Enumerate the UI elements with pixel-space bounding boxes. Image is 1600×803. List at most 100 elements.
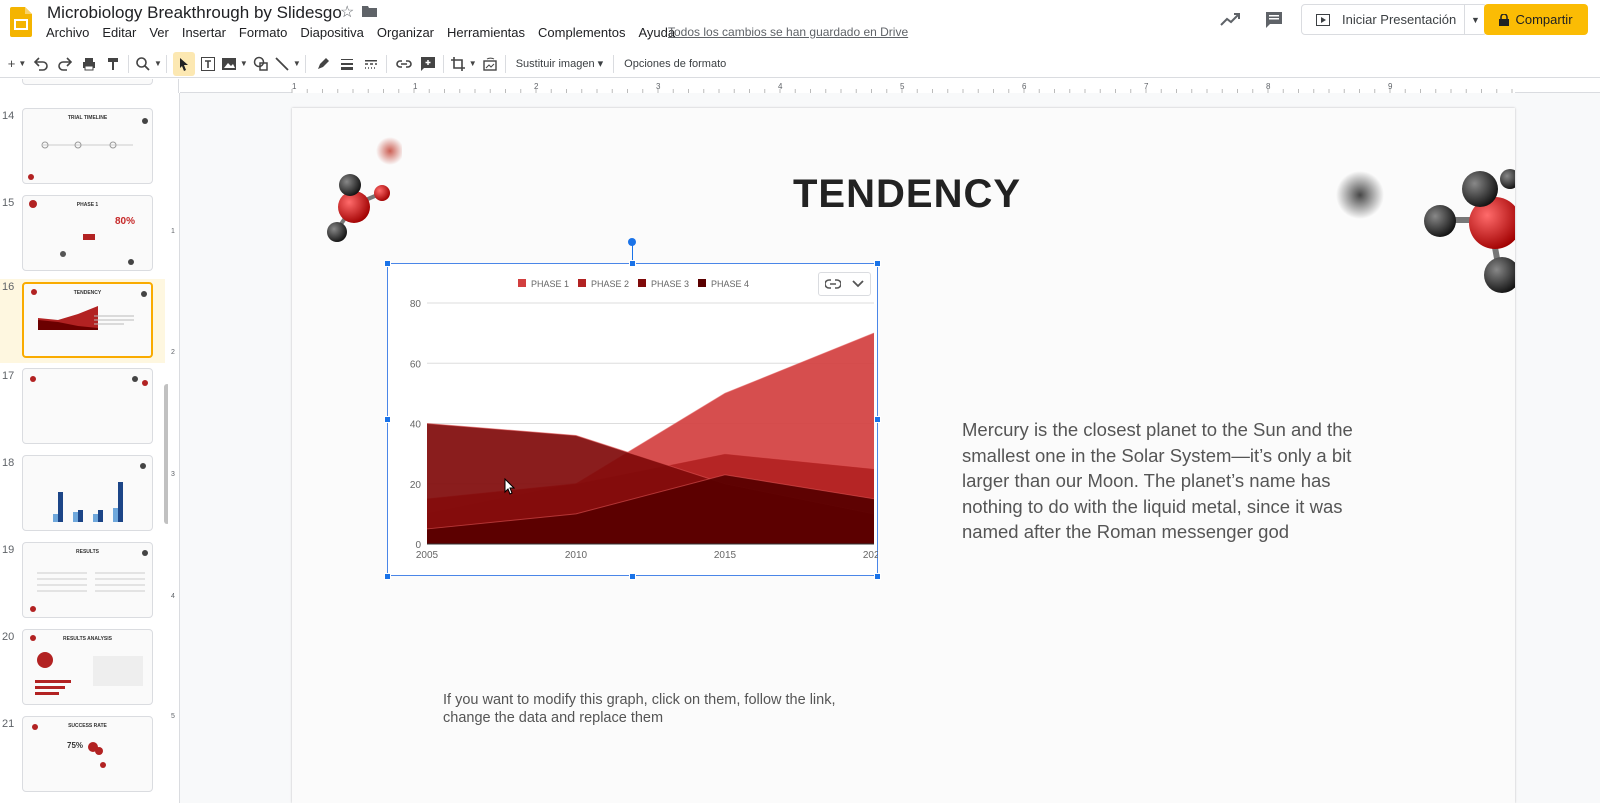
replace-image-button[interactable]: Sustituir imagen ▾	[510, 57, 609, 70]
menu-format[interactable]: Formato	[239, 25, 287, 40]
ruler-ticks	[291, 79, 1515, 93]
slide-thumbnail-19[interactable]: 19 RESULTS	[0, 542, 165, 626]
slide-thumbnail-18[interactable]: 18	[0, 455, 165, 539]
ruler-label: 6	[1022, 82, 1027, 91]
slide-number: 17	[2, 370, 15, 382]
menu-edit[interactable]: Editar	[102, 25, 136, 40]
new-slide-button[interactable]: + ▼	[6, 52, 28, 76]
slide-thumbnail-17[interactable]: 17	[0, 368, 165, 452]
slide-thumbnail-16[interactable]: 16 TENDENCY	[0, 279, 165, 363]
resize-handle-n[interactable]	[629, 260, 636, 267]
document-title[interactable]: Microbiology Breakthrough by Slidesgo	[47, 3, 342, 23]
print-icon[interactable]	[78, 52, 100, 76]
thumbnail-title: PHASE 1	[76, 202, 99, 208]
title-bar: Microbiology Breakthrough by Slidesgo ☆ …	[0, 0, 1600, 48]
start-presentation-button[interactable]: Iniciar Presentación ▼	[1301, 4, 1487, 35]
resize-handle-se[interactable]	[874, 573, 881, 580]
reset-image-icon[interactable]	[479, 52, 501, 76]
ruler-label: 3	[171, 471, 175, 478]
menu-file[interactable]: Archivo	[46, 25, 89, 40]
thumbnail-title: TRIAL TIMELINE	[67, 115, 108, 121]
slide-filmstrip[interactable]: 14 TRIAL TIMELINE 15 PHASE 1 80% 16 TEND…	[0, 79, 179, 803]
add-comment-icon[interactable]	[417, 52, 439, 76]
resize-handle-w[interactable]	[384, 416, 391, 423]
horizontal-ruler: 1 1 2 3 4 5 6 7 8 9	[180, 79, 1600, 93]
ruler-label: 5	[171, 713, 175, 720]
legend-swatch	[578, 279, 586, 287]
menu-insert[interactable]: Insertar	[182, 25, 226, 40]
slide-thumbnail-20[interactable]: 20 RESULTS ANALYSIS	[0, 629, 165, 713]
menu-view[interactable]: Ver	[149, 25, 169, 40]
menu-arrange[interactable]: Organizar	[377, 25, 434, 40]
present-dropdown-icon[interactable]: ▼	[1464, 5, 1486, 34]
border-weight-icon[interactable]	[336, 52, 358, 76]
slides-logo-icon[interactable]	[10, 7, 32, 37]
ruler-label: 7	[1144, 82, 1149, 91]
molecule-right-icon	[1336, 169, 1515, 293]
ruler-label: 1	[413, 82, 418, 91]
ruler-label: 4	[171, 593, 175, 600]
zoom-icon[interactable]: ▼	[135, 52, 162, 76]
rotation-handle[interactable]	[628, 238, 636, 246]
line-icon[interactable]: ▼	[274, 52, 301, 76]
ruler-label: 5	[900, 82, 905, 91]
menu-tools[interactable]: Herramientas	[447, 25, 525, 40]
slide-thumbnail-15[interactable]: 15 PHASE 1 80%	[0, 195, 165, 279]
replace-image-label: Sustituir imagen	[515, 58, 595, 70]
shape-icon[interactable]	[250, 52, 272, 76]
chart-link-options-button[interactable]	[818, 272, 871, 296]
paint-format-icon[interactable]	[102, 52, 124, 76]
x-tick-label: 2005	[416, 550, 439, 561]
resize-handle-s[interactable]	[629, 573, 636, 580]
ruler-label: 9	[1388, 82, 1393, 91]
lock-icon	[1499, 13, 1510, 26]
insert-link-icon[interactable]	[393, 52, 415, 76]
save-status-link[interactable]: Todos los cambios se han guardado en Dri…	[668, 25, 908, 39]
resize-handle-e[interactable]	[874, 416, 881, 423]
folder-icon[interactable]	[362, 5, 377, 17]
slide-thumbnail-14[interactable]: 14 TRIAL TIMELINE	[0, 108, 165, 192]
crop-icon[interactable]: ▼	[450, 52, 477, 76]
resize-handle-ne[interactable]	[874, 260, 881, 267]
undo-icon[interactable]	[30, 52, 52, 76]
redo-icon[interactable]	[54, 52, 76, 76]
slide-thumbnail-21[interactable]: 21 SUCCESS RATE 75%	[0, 716, 165, 800]
toolbar-divider	[504, 54, 506, 73]
border-color-icon[interactable]	[312, 52, 334, 76]
thumbnail-title: TENDENCY	[73, 290, 102, 296]
thumbnail-preview: SUCCESS RATE 75%	[22, 716, 153, 792]
ruler-label: 8	[1266, 82, 1271, 91]
format-options-button[interactable]: Opciones de formato	[618, 58, 732, 70]
select-cursor-icon[interactable]	[172, 51, 195, 76]
slide-footnote[interactable]: If you want to modify this graph, click …	[443, 691, 883, 727]
legend-swatch	[518, 279, 526, 287]
ruler-label: 2	[534, 82, 539, 91]
image-icon[interactable]: ▼	[221, 52, 248, 76]
share-label: Compartir	[1515, 12, 1573, 27]
resize-handle-nw[interactable]	[384, 260, 391, 267]
share-button[interactable]: Compartir	[1484, 4, 1588, 35]
star-icon[interactable]: ☆	[340, 2, 354, 22]
y-tick-label: 80	[410, 299, 422, 310]
activity-trend-icon[interactable]	[1219, 9, 1241, 31]
toolbar-divider	[613, 54, 615, 73]
ruler-label: 4	[778, 82, 783, 91]
border-dash-icon[interactable]	[360, 52, 382, 76]
comments-icon[interactable]	[1264, 10, 1284, 30]
slide-title[interactable]: TENDENCY	[793, 172, 1021, 217]
menu-slide[interactable]: Diapositiva	[300, 25, 364, 40]
thumbnail-stat: 80%	[115, 216, 136, 227]
slide-number: 14	[2, 110, 15, 122]
text-box-icon[interactable]	[197, 52, 219, 76]
resize-handle-sw[interactable]	[384, 573, 391, 580]
ruler-label: 3	[656, 82, 661, 91]
menu-addons[interactable]: Complementos	[538, 25, 625, 40]
slide-body-text[interactable]: Mercury is the closest planet to the Sun…	[962, 417, 1382, 545]
slide-number: 19	[2, 544, 15, 556]
ruler-label: 1	[292, 82, 297, 91]
area-chart[interactable]: 0204060802005201020152020 PHASE 1PHASE 2…	[387, 263, 878, 576]
thumbnail-art	[30, 376, 148, 386]
slide-number: 16	[2, 281, 15, 293]
legend-label: PHASE 1	[531, 279, 569, 289]
mouse-cursor-icon	[504, 478, 515, 495]
